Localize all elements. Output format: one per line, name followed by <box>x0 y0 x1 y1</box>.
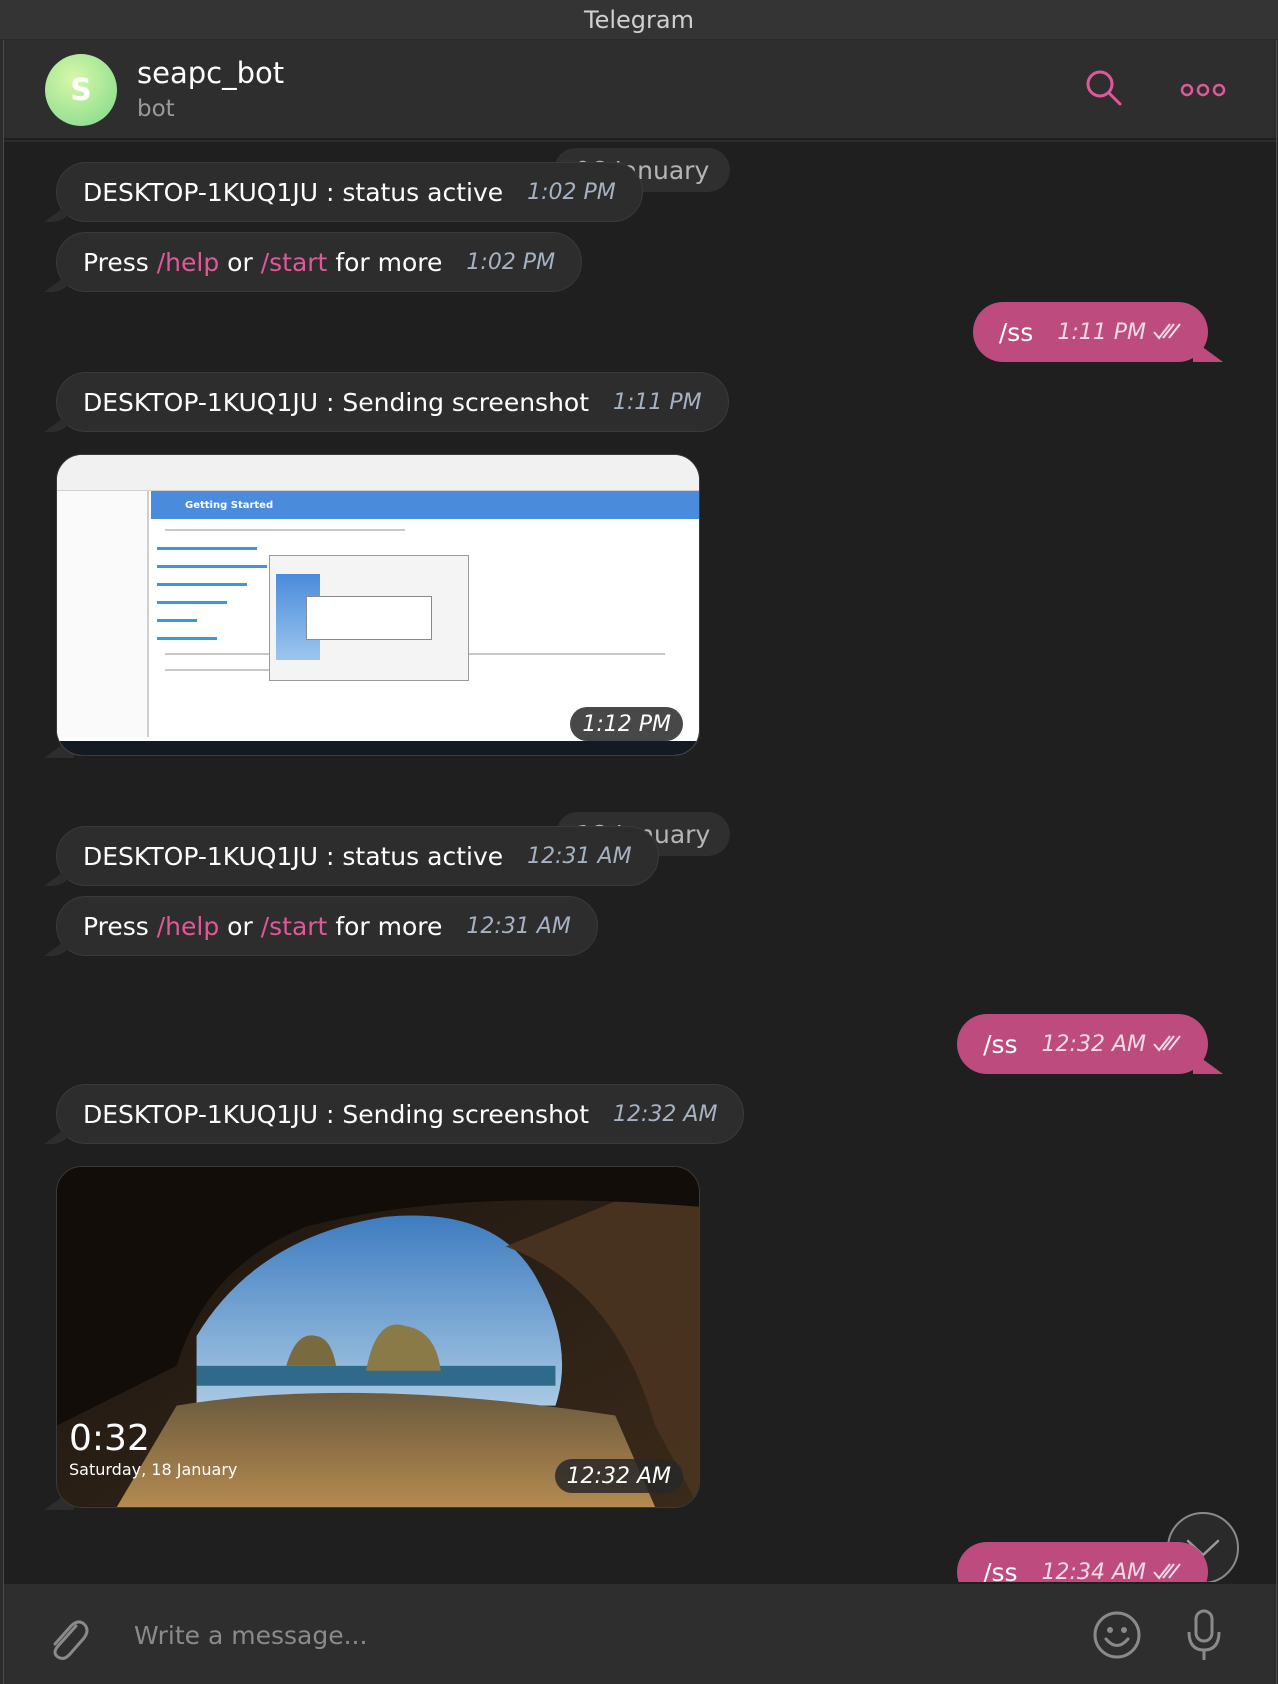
app-text-line <box>165 529 405 531</box>
message-time: 12:32 AM <box>1041 1031 1146 1057</box>
message-incoming[interactable]: DESKTOP-1KUQ1JU : Sending screenshot 1:1… <box>56 372 729 432</box>
app-sidebar <box>57 491 149 737</box>
message-incoming[interactable]: Press /help or /start for more 12:31 AM <box>56 896 598 956</box>
start-command-link[interactable]: /start <box>261 248 328 277</box>
message-time: 12:32 AM <box>613 1101 718 1127</box>
message-text-mid: or <box>227 247 253 277</box>
message-text: DESKTOP-1KUQ1JU : status active <box>83 177 504 207</box>
message-text-post: for more <box>335 247 443 277</box>
more-icon[interactable] <box>1180 80 1226 100</box>
photo-time: 12:32 AM <box>554 1459 683 1493</box>
app-text-line <box>165 669 285 671</box>
window-title: Telegram <box>584 5 694 34</box>
app-heading: Getting Started <box>151 491 699 519</box>
message-text: /ss <box>983 1557 1018 1583</box>
message-composer <box>4 1582 1276 1684</box>
message-outgoing[interactable]: /ss 12:32 AM <box>957 1014 1208 1074</box>
message-time: 1:02 PM <box>466 249 556 275</box>
nested-dialog <box>306 596 432 640</box>
window-titlebar: Telegram <box>0 0 1278 40</box>
chat-status: bot <box>137 96 175 122</box>
app-heading-text: Getting Started <box>185 499 274 511</box>
message-time: 12:34 AM <box>1041 1559 1146 1583</box>
app-section-link <box>157 565 267 568</box>
message-list[interactable]: 06 January DESKTOP-1KUQ1JU : status acti… <box>4 142 1276 1582</box>
photo-message[interactable]: 0:32 Saturday, 18 January 12:32 AM <box>56 1166 700 1508</box>
app-section-link <box>157 547 257 550</box>
help-command-link[interactable]: /help <box>157 912 219 941</box>
app-section-link <box>157 619 197 622</box>
message-incoming[interactable]: DESKTOP-1KUQ1JU : status active 12:31 AM <box>56 826 659 886</box>
chat-window: S seapc_bot bot 06 January DESKTOP-1KUQ1… <box>3 40 1277 1684</box>
message-text-pre: Press <box>83 911 149 941</box>
message-text-post: for more <box>335 911 443 941</box>
app-section-link <box>157 601 227 604</box>
search-icon[interactable] <box>1084 68 1124 108</box>
message-time: 1:11 PM <box>613 389 702 415</box>
message-text: DESKTOP-1KUQ1JU : status active <box>83 841 504 871</box>
avatar[interactable]: S <box>45 54 117 126</box>
message-time: 1:02 PM <box>527 179 616 205</box>
lockscreen-date: Saturday, 18 January <box>69 1460 238 1479</box>
message-text-mid: or <box>227 911 253 941</box>
microphone-icon[interactable] <box>1184 1608 1224 1662</box>
app-section-link <box>157 637 217 640</box>
message-text: /ss <box>983 1029 1018 1059</box>
read-check-icon <box>1152 318 1182 347</box>
avatar-letter: S <box>70 72 92 108</box>
message-outgoing[interactable]: /ss 1:11 PM <box>972 302 1208 362</box>
message-time: 12:31 AM <box>527 843 632 869</box>
message-input[interactable] <box>134 1610 1034 1660</box>
lockscreen-wallpaper <box>57 1167 699 1507</box>
photo-message[interactable]: Getting Started 1:12 PM <box>56 454 700 756</box>
app-toolbar <box>57 455 699 491</box>
message-text: DESKTOP-1KUQ1JU : Sending screenshot <box>83 387 590 417</box>
message-text-pre: Press <box>83 247 149 277</box>
lockscreen-time: 0:32 <box>69 1418 150 1459</box>
paperclip-icon[interactable] <box>44 1612 90 1662</box>
photo-time: 1:12 PM <box>570 707 683 741</box>
message-incoming[interactable]: DESKTOP-1KUQ1JU : status active 1:02 PM <box>56 162 643 222</box>
start-command-link[interactable]: /start <box>261 912 328 941</box>
app-dialog <box>269 555 469 681</box>
message-incoming[interactable]: DESKTOP-1KUQ1JU : Sending screenshot 12:… <box>56 1084 745 1144</box>
app-section-link <box>157 583 247 586</box>
message-text: DESKTOP-1KUQ1JU : Sending screenshot <box>83 1099 590 1129</box>
windows-taskbar <box>57 741 699 755</box>
emoji-icon[interactable] <box>1092 1610 1142 1660</box>
message-time: 12:31 AM <box>466 913 571 939</box>
chat-title[interactable]: seapc_bot <box>137 56 284 90</box>
help-command-link[interactable]: /help <box>157 248 219 277</box>
message-time: 1:11 PM <box>1057 319 1146 345</box>
read-check-icon <box>1152 1558 1182 1583</box>
chat-header: S seapc_bot bot <box>4 40 1276 140</box>
message-outgoing[interactable]: /ss 12:34 AM <box>957 1542 1208 1582</box>
read-check-icon <box>1152 1030 1182 1059</box>
message-incoming[interactable]: Press /help or /start for more 1:02 PM <box>56 232 583 292</box>
message-text: /ss <box>998 317 1034 347</box>
